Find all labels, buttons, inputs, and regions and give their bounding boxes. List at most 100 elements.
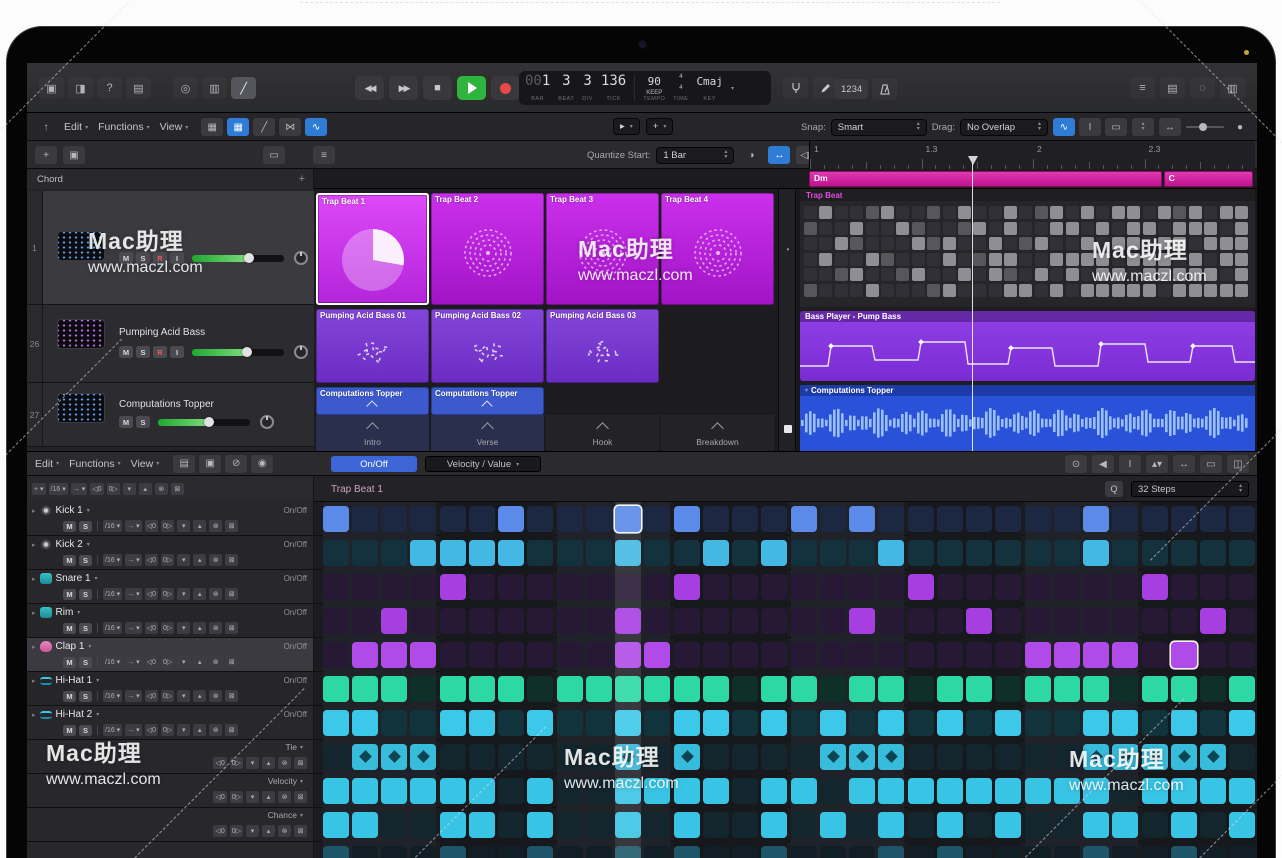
param-cell[interactable] — [732, 778, 758, 804]
step-cell[interactable] — [1200, 676, 1226, 702]
step-cell[interactable] — [1112, 710, 1138, 736]
param-cell[interactable] — [1200, 812, 1226, 838]
param-cell[interactable] — [557, 744, 583, 770]
step-cell[interactable] — [1142, 506, 1168, 532]
param-cell[interactable] — [732, 812, 758, 838]
loop-cell[interactable]: Computations Topper — [431, 387, 544, 415]
step-cell[interactable] — [761, 710, 787, 736]
row-name-stepper-icon[interactable]: ▾ — [96, 677, 99, 684]
row-control[interactable]: ▴ — [193, 554, 206, 566]
param-cell[interactable] — [644, 846, 670, 858]
command-tool-button[interactable]: +▾ — [646, 118, 674, 135]
param-cell[interactable] — [1025, 744, 1051, 770]
param-cell[interactable] — [878, 846, 904, 858]
lcd-display[interactable]: 001 BAR 3 BEAT 3 DIV 136 TICK — [519, 71, 771, 105]
param-control[interactable]: ▾ — [246, 757, 259, 769]
param-cell[interactable] — [703, 812, 729, 838]
row-control[interactable]: → ▾ — [125, 520, 141, 532]
param-cell[interactable] — [323, 846, 349, 858]
quantize-dropdown[interactable]: 1 Bar▴▾ — [656, 147, 734, 164]
param-cell[interactable] — [820, 778, 846, 804]
step-cell[interactable] — [498, 574, 524, 600]
step-cell[interactable] — [849, 574, 875, 600]
param-cell[interactable] — [1112, 778, 1138, 804]
param-cell[interactable] — [878, 744, 904, 770]
step-cell[interactable] — [937, 710, 963, 736]
pattern-bar-control[interactable]: + ▾ — [32, 483, 46, 495]
param-control[interactable]: 0▷ — [230, 791, 243, 803]
param-cell[interactable] — [440, 778, 466, 804]
step-cell[interactable] — [381, 676, 407, 702]
step-cell[interactable] — [410, 608, 436, 634]
param-control[interactable]: ◁0 — [213, 791, 226, 803]
row-control[interactable]: → ▾ — [125, 622, 141, 634]
step-cell[interactable] — [937, 540, 963, 566]
param-cell[interactable] — [791, 812, 817, 838]
param-cell[interactable] — [615, 812, 641, 838]
step-cell[interactable] — [732, 710, 758, 736]
disclosure-icon[interactable]: ▸ — [32, 711, 36, 719]
step-cell[interactable] — [527, 608, 553, 634]
row-control[interactable]: ⊠ — [225, 622, 238, 634]
disclosure-icon[interactable]: ▸ — [32, 507, 36, 515]
param-cell[interactable] — [498, 812, 524, 838]
row-control[interactable]: ▾ — [177, 656, 190, 668]
param-cell[interactable] — [1171, 778, 1197, 804]
param-cell[interactable] — [791, 744, 817, 770]
step-cell[interactable] — [557, 574, 583, 600]
param-cell[interactable] — [791, 778, 817, 804]
param-cell[interactable] — [527, 778, 553, 804]
split-window-icon[interactable]: ◫ — [1227, 455, 1249, 473]
marquee-icon[interactable]: ▭ — [1105, 118, 1127, 136]
step-cell[interactable] — [908, 710, 934, 736]
disclosure-icon[interactable]: ▸ — [32, 643, 36, 651]
param-cell[interactable] — [703, 778, 729, 804]
pattern-bar-control[interactable]: ⊠ — [171, 483, 184, 495]
param-name[interactable]: Tie▾ — [285, 742, 303, 752]
row-control[interactable]: ⊠ — [225, 520, 238, 532]
cell-edit-icon[interactable]: ▦ — [227, 118, 249, 136]
step-cell[interactable] — [937, 676, 963, 702]
param-cell[interactable] — [1229, 812, 1255, 838]
track-s-button[interactable]: S — [136, 252, 150, 264]
step-cell[interactable] — [1171, 710, 1197, 736]
step-cell[interactable] — [323, 710, 349, 736]
param-cell[interactable] — [995, 812, 1021, 838]
row-control[interactable]: ▾ — [177, 520, 190, 532]
step-cell[interactable] — [440, 540, 466, 566]
step-cell[interactable] — [469, 574, 495, 600]
param-cell[interactable] — [849, 812, 875, 838]
step-cell[interactable] — [878, 540, 904, 566]
step-cell[interactable] — [615, 710, 641, 736]
play-button[interactable] — [457, 76, 486, 100]
loop-cell[interactable]: Trap Beat 1 — [316, 193, 429, 305]
step-cell[interactable] — [878, 574, 904, 600]
param-name[interactable]: Velocity▾ — [268, 776, 303, 786]
step-cell[interactable] — [732, 642, 758, 668]
step-cell[interactable] — [410, 642, 436, 668]
step-cell[interactable] — [527, 540, 553, 566]
param-control[interactable]: ◁0 — [213, 825, 226, 837]
step-cell[interactable] — [352, 710, 378, 736]
param-control[interactable]: ⊠ — [294, 791, 307, 803]
param-cell[interactable] — [1142, 812, 1168, 838]
param-control[interactable]: ⊗ — [278, 757, 291, 769]
param-cell[interactable] — [644, 778, 670, 804]
menu-functions[interactable]: Functions▾ — [69, 458, 121, 470]
pattern-region[interactable] — [800, 201, 1255, 307]
param-cell[interactable] — [440, 812, 466, 838]
param-cell[interactable] — [410, 812, 436, 838]
track-header[interactable]: 27Computations TopperMS — [27, 383, 314, 447]
param-cell[interactable] — [498, 744, 524, 770]
row-m-button[interactable]: M — [63, 657, 76, 668]
param-cell[interactable] — [410, 778, 436, 804]
param-cell[interactable] — [498, 846, 524, 858]
inspector-icon[interactable]: ◨ — [68, 77, 93, 99]
step-cell[interactable] — [1054, 710, 1080, 736]
pattern-bar-control[interactable]: ⊗ — [155, 483, 168, 495]
step-cell[interactable] — [1142, 608, 1168, 634]
step-cell[interactable] — [791, 642, 817, 668]
step-cell[interactable] — [1054, 676, 1080, 702]
speaker-icon[interactable]: ◀ — [1092, 455, 1114, 473]
param-control[interactable]: ▴ — [262, 791, 275, 803]
